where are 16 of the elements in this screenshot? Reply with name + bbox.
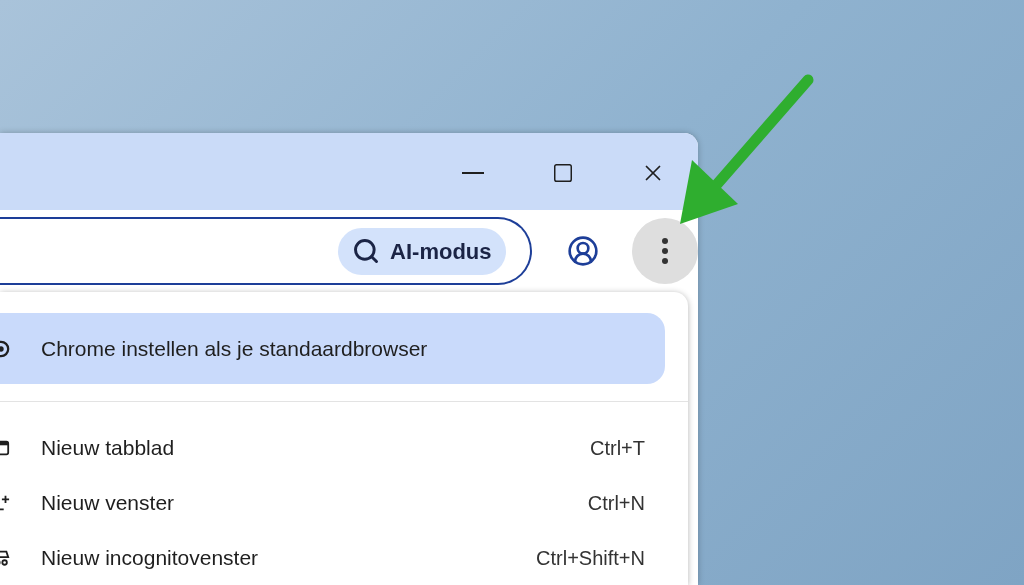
menu-item-label: Nieuw venster — [41, 489, 175, 516]
profile-icon — [567, 235, 600, 267]
menu-item-label: Chrome instellen als je standaardbrowser — [41, 335, 428, 362]
ai-mode-button[interactable]: AI-modus — [338, 227, 506, 275]
menu-item-label: Nieuw tabblad — [41, 434, 175, 461]
shortcut-text: Ctrl+N — [587, 490, 645, 516]
maximize-icon — [552, 161, 574, 184]
menu-item-label: Nieuw incognitovenster — [41, 544, 259, 571]
shortcut-text: Ctrl+T — [590, 435, 645, 461]
menu-item[interactable]: Chrome instellen als je standaardbrowser — [0, 313, 665, 384]
menu-item[interactable]: Nieuw venster Ctrl+N — [0, 475, 665, 530]
more-icon — [662, 238, 669, 264]
menu-item[interactable]: Nieuw tabblad Ctrl+T — [0, 420, 665, 475]
minimize-icon — [462, 171, 484, 174]
menu-item[interactable]: Nieuw incognitovenster Ctrl+Shift+N — [0, 530, 665, 585]
shortcut-text: Ctrl+Shift+N — [536, 545, 645, 571]
